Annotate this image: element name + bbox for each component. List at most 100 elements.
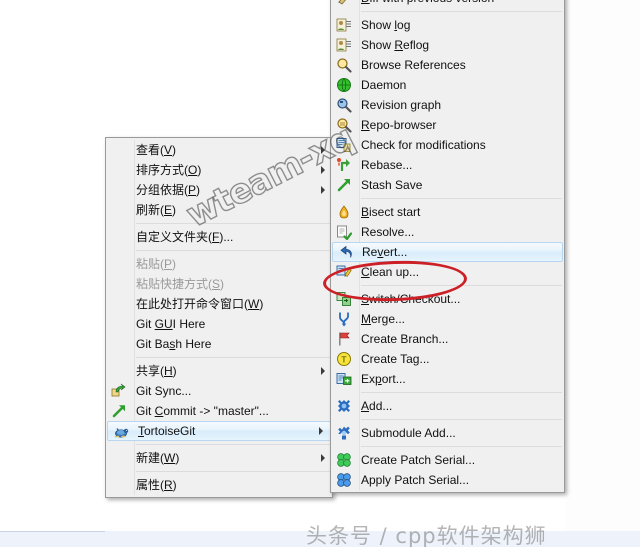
menu-item-label: Export... (361, 372, 406, 386)
menu-item-label: Resolve... (361, 225, 415, 239)
menu-item-s: 粘贴快捷方式(S) (106, 274, 332, 294)
tortoisegit-icon (113, 424, 129, 440)
menu-item-add[interactable]: Add... (331, 396, 564, 416)
repobrowser-icon (336, 117, 352, 133)
menu-separator (331, 282, 564, 289)
menu-item-label: Create Patch Serial... (361, 453, 476, 467)
menu-item-resolve[interactable]: Resolve... (331, 222, 564, 242)
explorer-status-strip (0, 531, 640, 547)
browse-refs-icon (336, 57, 352, 73)
menu-item-create-branch[interactable]: Create Branch... (331, 329, 564, 349)
menu-item-git-bash-here[interactable]: Git Bash Here (106, 334, 332, 354)
menu-item-label: 粘贴快捷方式(S) (136, 277, 225, 291)
revgraph-icon (336, 97, 352, 113)
menu-item-show-log[interactable]: Show log (331, 15, 564, 35)
tag-icon: T (336, 351, 352, 367)
menu-item-r[interactable]: 属性(R) (106, 475, 332, 495)
menu-item-apply-patch-serial[interactable]: Apply Patch Serial... (331, 470, 564, 490)
menu-item-label: 分组依据(P) (136, 183, 201, 197)
menu-item-merge[interactable]: Merge... (331, 309, 564, 329)
menu-item-o[interactable]: 排序方式(O) (106, 160, 332, 180)
menu-item-label: 属性(R) (136, 478, 177, 492)
cleanup-icon (336, 264, 352, 280)
menu-item-label: Revision graph (361, 98, 442, 112)
add-icon (336, 398, 352, 414)
bisect-icon (336, 204, 352, 220)
menu-item-h[interactable]: 共享(H) (106, 361, 332, 381)
menu-item-v[interactable]: 查看(V) (106, 140, 332, 160)
menu-item-stash-save[interactable]: Stash Save (331, 175, 564, 195)
explorer-context-menu-items: 查看(V) 排序方式(O) 分组依据(P) 刷新(E) 自定义文件夹(F)... 粘贴(P… (106, 140, 332, 495)
menu-item-revision-graph[interactable]: Revision graph (331, 95, 564, 115)
explorer-context-menu[interactable]: 查看(V) 排序方式(O) 分组依据(P) 刷新(E) 自定义文件夹(F)... 粘贴(P… (105, 137, 333, 498)
menu-item-label: Repo-browser (361, 118, 437, 132)
menu-separator (106, 220, 332, 227)
menu-item-label: Create Branch... (361, 332, 449, 346)
menu-item-w[interactable]: 在此处打开命令窗口(W) (106, 294, 332, 314)
branch-icon (336, 331, 352, 347)
menu-separator (106, 441, 332, 448)
menu-item-f[interactable]: 自定义文件夹(F)... (106, 227, 332, 247)
menu-item-w[interactable]: 新建(W) (106, 448, 332, 468)
menu-item-create-patch-serial[interactable]: Create Patch Serial... (331, 450, 564, 470)
submodule-icon (336, 425, 352, 441)
menu-item-label: Rebase... (361, 158, 413, 172)
menu-item-browse-references[interactable]: Browse References (331, 55, 564, 75)
menu-item-label: Show Reflog (361, 38, 430, 52)
menu-item-label: Switch/Checkout... (361, 292, 461, 306)
screen-root: 查看(V) 排序方式(O) 分组依据(P) 刷新(E) 自定义文件夹(F)... 粘贴(P… (0, 0, 640, 547)
tortoisegit-submenu[interactable]: Diff with previous version Show log Show R… (330, 0, 565, 493)
menu-item-label: Stash Save (361, 178, 423, 192)
menu-item-create-tag[interactable]: T Create Tag... (331, 349, 564, 369)
menu-item-e[interactable]: 刷新(E) (106, 200, 332, 220)
menu-item-label: Apply Patch Serial... (361, 473, 470, 487)
menu-item-label: 查看(V) (136, 143, 177, 157)
menu-item-export[interactable]: Export... (331, 369, 564, 389)
menu-item-label: Git Sync... (136, 384, 192, 398)
menu-item-show-reflog[interactable]: Show Reflog (331, 35, 564, 55)
menu-separator (106, 468, 332, 475)
menu-item-bisect-start[interactable]: Bisect start (331, 202, 564, 222)
menu-item-git-gui-here[interactable]: Git GUI Here (106, 314, 332, 334)
merge-icon (336, 311, 352, 327)
menu-item-label: Daemon (361, 78, 407, 92)
menu-separator (331, 8, 564, 15)
menu-item-label: Submodule Add... (361, 426, 456, 440)
menu-item-label: Revert... (362, 245, 408, 259)
menu-item-label: Check for modifications (361, 138, 486, 152)
menu-item-diff-with-previous-version[interactable]: Diff with previous version (331, 0, 564, 8)
menu-item-label: Merge... (361, 312, 406, 326)
menu-item-submodule-add[interactable]: Submodule Add... (331, 423, 564, 443)
menu-item-switch-checkout[interactable]: Switch/Checkout... (331, 289, 564, 309)
menu-item-repo-browser[interactable]: Repo-browser (331, 115, 564, 135)
svg-text:T: T (341, 355, 347, 364)
menu-separator (106, 247, 332, 254)
menu-separator (331, 389, 564, 396)
menu-item-check-for-modifications[interactable]: Check for modifications (331, 135, 564, 155)
menu-item-git-sync[interactable]: Git Sync... (106, 381, 332, 401)
diff-icon (336, 0, 352, 6)
menu-item-revert[interactable]: Revert... (332, 242, 563, 262)
menu-item-label: 在此处打开命令窗口(W) (136, 297, 264, 311)
showlog-icon (336, 37, 352, 53)
menu-item-label: Create Tag... (361, 352, 430, 366)
switch-icon (336, 291, 352, 307)
menu-item-label: Bisect start (361, 205, 421, 219)
createpatch-icon (336, 452, 352, 468)
rebase-icon (336, 157, 352, 173)
menu-separator (331, 195, 564, 202)
menu-item-tortoisegit[interactable]: TortoiseGit (107, 421, 331, 441)
chevron-right-icon (321, 166, 325, 174)
menu-item-daemon[interactable]: Daemon (331, 75, 564, 95)
menu-item-p[interactable]: 分组依据(P) (106, 180, 332, 200)
menu-item-label: 新建(W) (136, 451, 180, 465)
menu-item-git-commit-master[interactable]: Git Commit -> "master"... (106, 401, 332, 421)
explorer-strip-divider (0, 531, 105, 532)
chevron-right-icon (321, 454, 325, 462)
menu-item-label: Git GUI Here (136, 317, 206, 331)
menu-item-clean-up[interactable]: Clean up... (331, 262, 564, 282)
tortoisegit-submenu-items: Diff with previous version Show log Show R… (331, 0, 564, 490)
menu-separator (331, 443, 564, 450)
resolve-icon (336, 224, 352, 240)
menu-item-rebase[interactable]: Rebase... (331, 155, 564, 175)
